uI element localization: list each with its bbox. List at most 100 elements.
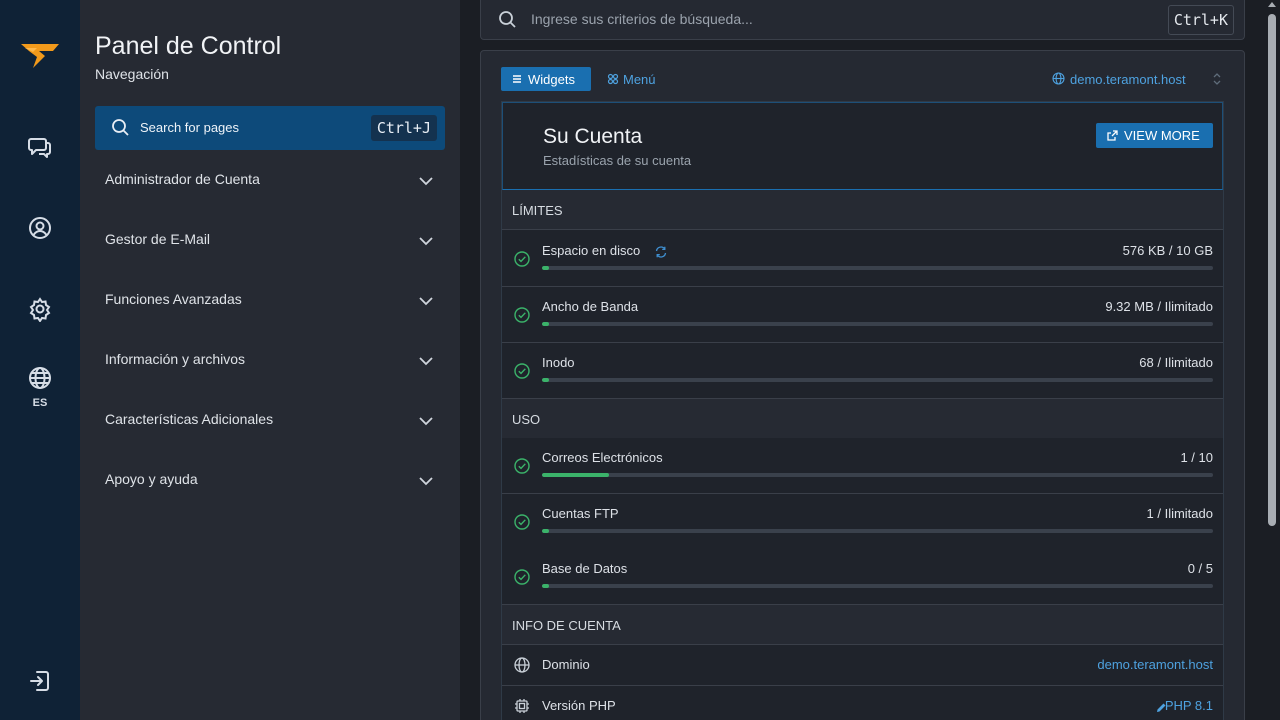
globe-icon[interactable] bbox=[27, 365, 53, 391]
progress-fill bbox=[542, 322, 549, 326]
usage-label: Cuentas FTP bbox=[542, 506, 619, 521]
nav-item-informacion-y-archivos[interactable]: Información y archivos bbox=[95, 340, 445, 380]
page-search-button[interactable]: Search for pages Ctrl+J bbox=[95, 106, 445, 150]
usage-section-header: USO bbox=[502, 399, 1223, 439]
scroll-up-arrow-icon[interactable] bbox=[1268, 2, 1276, 7]
cpu-chip-icon bbox=[514, 698, 530, 714]
progress-fill bbox=[542, 378, 549, 382]
view-more-label: VIEW MORE bbox=[1124, 128, 1200, 143]
chevron-down-icon bbox=[417, 292, 435, 310]
language-label[interactable]: ES bbox=[0, 397, 80, 409]
domain-selector[interactable]: demo.teramont.host bbox=[1052, 71, 1222, 87]
check-circle-icon bbox=[514, 307, 530, 323]
nav-item-gestor-de-email[interactable]: Gestor de E-Mail bbox=[95, 220, 445, 260]
dashboard-panel: Widgets Menú demo.teramont.host Su Cuent… bbox=[480, 50, 1245, 720]
globe-icon bbox=[1052, 72, 1065, 85]
usage-row-emails: Correos Electrónicos 1 / 10 bbox=[502, 438, 1223, 494]
limit-row-inode: Inodo 68 / Ilimitado bbox=[502, 343, 1223, 399]
nav-item-label: Información y archivos bbox=[105, 351, 246, 367]
external-link-icon bbox=[1106, 129, 1119, 142]
icon-rail: ES bbox=[0, 0, 80, 720]
logout-icon[interactable] bbox=[27, 668, 53, 694]
nav-item-apoyo-y-ayuda[interactable]: Apoyo y ayuda bbox=[95, 460, 445, 500]
user-circle-icon[interactable] bbox=[27, 215, 53, 241]
search-icon bbox=[111, 118, 130, 137]
domain-label: Dominio bbox=[542, 657, 590, 672]
chevron-down-icon bbox=[417, 232, 435, 250]
php-version-link[interactable]: PHP 8.1 bbox=[1165, 698, 1213, 713]
progress-fill bbox=[542, 266, 549, 270]
globe-icon bbox=[514, 657, 530, 673]
nav-item-administrador-de-cuenta[interactable]: Administrador de Cuenta bbox=[95, 160, 445, 200]
account-card: Su Cuenta Estadísticas de su cuenta VIEW… bbox=[501, 101, 1224, 720]
limits-section-header: LÍMITES bbox=[502, 190, 1223, 230]
chevron-down-icon bbox=[417, 412, 435, 430]
account-card-header: Su Cuenta Estadísticas de su cuenta VIEW… bbox=[502, 102, 1223, 190]
progress-bar bbox=[542, 266, 1213, 270]
nav-subtitle: Navegación bbox=[95, 66, 169, 82]
limit-row-bandwidth: Ancho de Banda 9.32 MB / Ilimitado bbox=[502, 287, 1223, 343]
nav-item-label: Gestor de E-Mail bbox=[105, 231, 211, 247]
chevron-down-icon bbox=[417, 472, 435, 490]
main-content: Ingrese sus criterios de búsqueda... Ctr… bbox=[460, 0, 1280, 720]
progress-bar bbox=[542, 473, 1213, 477]
chevron-down-icon bbox=[417, 172, 435, 190]
account-info-row-domain: Dominio demo.teramont.host bbox=[502, 645, 1223, 686]
global-search-shortcut: Ctrl+K bbox=[1167, 5, 1234, 35]
progress-fill bbox=[542, 529, 549, 533]
brand-logo-icon[interactable] bbox=[19, 40, 61, 72]
tab-widgets-label: Widgets bbox=[528, 72, 575, 87]
page-search-label: Search for pages bbox=[140, 120, 240, 135]
nav-item-label: Funciones Avanzadas bbox=[105, 291, 242, 307]
global-search-placeholder: Ingrese sus criterios de búsqueda... bbox=[531, 11, 753, 27]
search-icon bbox=[498, 10, 517, 29]
tab-widgets[interactable]: Widgets bbox=[501, 67, 591, 91]
account-info-row-php: Versión PHP PHP 8.1 bbox=[502, 686, 1223, 720]
tab-menu-label: Menú bbox=[623, 72, 656, 87]
account-title: Su Cuenta bbox=[543, 125, 643, 148]
domain-selector-value: demo.teramont.host bbox=[1070, 72, 1186, 87]
nav-item-label: Características Adicionales bbox=[105, 411, 274, 427]
limit-label: Inodo bbox=[542, 355, 575, 370]
progress-bar bbox=[542, 378, 1213, 382]
view-more-button[interactable]: VIEW MORE bbox=[1096, 123, 1213, 148]
usage-value: 1 / Ilimitado bbox=[1146, 506, 1213, 521]
nav-item-label: Administrador de Cuenta bbox=[105, 171, 260, 187]
usage-label: Correos Electrónicos bbox=[542, 450, 663, 465]
progress-fill bbox=[542, 473, 610, 477]
progress-bar bbox=[542, 529, 1213, 533]
gear-icon[interactable] bbox=[27, 296, 53, 323]
chevron-down-icon bbox=[417, 352, 435, 370]
account-info-heading: INFO DE CUENTA bbox=[512, 618, 621, 633]
page-scrollbar[interactable] bbox=[1265, 0, 1280, 720]
navigation-sidebar: Panel de Control Navegación Search for p… bbox=[80, 0, 460, 720]
progress-fill bbox=[542, 584, 549, 588]
usage-row-ftp: Cuentas FTP 1 / Ilimitado bbox=[502, 494, 1223, 550]
grid-icon bbox=[607, 73, 619, 85]
php-version-label: Versión PHP bbox=[542, 698, 616, 713]
scrollbar-thumb[interactable] bbox=[1268, 14, 1276, 526]
chat-icon[interactable] bbox=[27, 134, 53, 160]
limit-value: 9.32 MB / Ilimitado bbox=[1105, 299, 1213, 314]
account-subtitle: Estadísticas de su cuenta bbox=[543, 153, 692, 168]
page-search-shortcut: Ctrl+J bbox=[370, 115, 437, 141]
check-circle-icon bbox=[514, 569, 530, 585]
usage-row-databases: Base de Datos 0 / 5 bbox=[502, 549, 1223, 605]
global-search-input[interactable]: Ingrese sus criterios de búsqueda... Ctr… bbox=[480, 0, 1245, 40]
limit-value: 68 / Ilimitado bbox=[1139, 355, 1213, 370]
check-circle-icon bbox=[514, 458, 530, 474]
limits-heading: LÍMITES bbox=[512, 203, 563, 218]
usage-heading: USO bbox=[512, 412, 541, 427]
panel-title: Panel de Control bbox=[95, 32, 282, 60]
domain-link[interactable]: demo.teramont.host bbox=[1097, 657, 1213, 672]
check-circle-icon bbox=[514, 363, 530, 379]
limit-value: 576 KB / 10 GB bbox=[1122, 243, 1213, 258]
nav-item-label: Apoyo y ayuda bbox=[105, 471, 198, 487]
list-icon bbox=[511, 73, 523, 85]
refresh-icon[interactable] bbox=[654, 245, 668, 259]
tab-menu[interactable]: Menú bbox=[607, 67, 677, 91]
account-info-section-header: INFO DE CUENTA bbox=[502, 605, 1223, 645]
nav-item-funciones-avanzadas[interactable]: Funciones Avanzadas bbox=[95, 280, 445, 320]
nav-item-caracteristicas-adicionales[interactable]: Características Adicionales bbox=[95, 400, 445, 440]
limit-label: Ancho de Banda bbox=[542, 299, 639, 314]
